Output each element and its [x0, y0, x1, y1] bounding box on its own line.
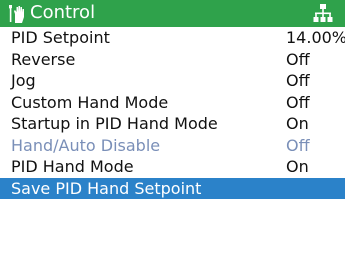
menu-item-pid-setpoint[interactable]: PID Setpoint 14.00%	[0, 27, 345, 49]
menu-item-label: PID Hand Mode	[11, 157, 134, 176]
menu-item-value: 14.00%	[286, 28, 345, 47]
menu-item-value: Off	[286, 135, 310, 155]
menu-item-label: Reverse	[11, 49, 76, 69]
menu-item-label: Save PID Hand Setpoint	[11, 178, 202, 198]
menu-item-hand-auto-disable: Hand/Auto Disable Off	[0, 135, 345, 157]
menu-item-label: PID Setpoint	[11, 28, 110, 47]
menu-item-label: Hand/Auto Disable	[11, 135, 161, 155]
network-icon	[313, 3, 333, 24]
device-screen: Control PID Setpoint 14.00% Reverse Off	[0, 0, 345, 264]
menu-item-value: On	[286, 157, 309, 176]
title-bar: Control	[0, 0, 345, 27]
menu-item-custom-hand-mode[interactable]: Custom Hand Mode Off	[0, 92, 345, 114]
menu-item-label: Jog	[11, 71, 36, 90]
menu-item-save-pid-hand-setpoint[interactable]: Save PID Hand Setpoint	[0, 177, 345, 199]
menu-item-value: Off	[286, 71, 310, 90]
menu-item-label: Custom Hand Mode	[11, 92, 169, 112]
menu-item-value: Off	[286, 49, 310, 69]
menu-item-pid-hand-mode[interactable]: PID Hand Mode On	[0, 156, 345, 178]
page-title: Control	[30, 2, 96, 23]
menu-item-startup-pid-hand-mode[interactable]: Startup in PID Hand Mode On	[0, 113, 345, 135]
hand-wrench-icon	[6, 4, 28, 24]
menu-item-value: On	[286, 114, 309, 133]
menu-item-label: Startup in PID Hand Mode	[11, 114, 218, 133]
menu-item-reverse[interactable]: Reverse Off	[0, 49, 345, 71]
control-menu: PID Setpoint 14.00% Reverse Off Jog Off …	[0, 27, 345, 199]
menu-item-jog[interactable]: Jog Off	[0, 70, 345, 92]
menu-item-value: Off	[286, 92, 310, 112]
